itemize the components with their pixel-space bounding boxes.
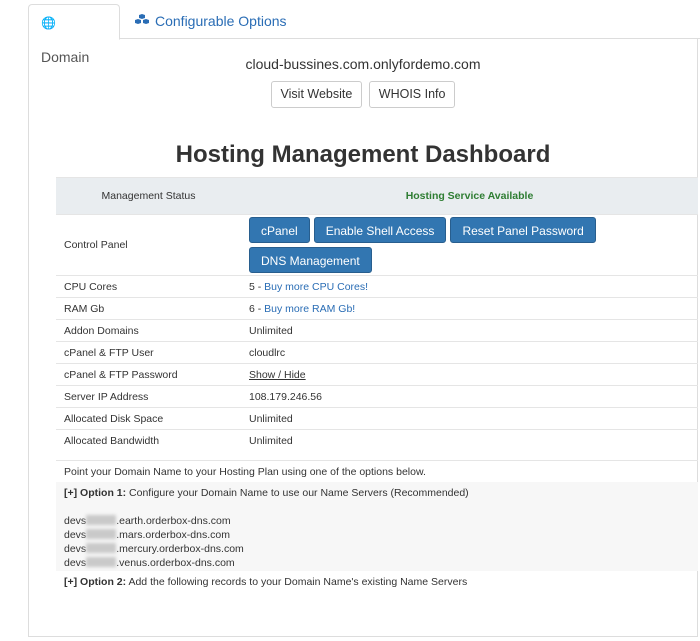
- control-panel-label: Control Panel: [56, 214, 241, 276]
- name-server-item: devs .mercury.orderbox-dns.com: [64, 542, 690, 556]
- cpu-cores-label: CPU Cores: [56, 275, 241, 298]
- name-server-item: devs .earth.orderbox-dns.com: [64, 514, 690, 528]
- table-row: cPanel & FTP User cloudlrc: [56, 341, 698, 364]
- tab-configurable-options-label: Configurable Options: [155, 13, 287, 29]
- ns-suffix: .earth.orderbox-dns.com: [116, 515, 231, 527]
- server-ip-value: 108.179.246.56: [241, 385, 698, 408]
- management-status-label: Management Status: [56, 177, 241, 215]
- option1-toggle: [+] Option 1:: [64, 487, 127, 499]
- tab-configurable-options[interactable]: Configurable Options: [123, 4, 299, 40]
- option1-box: [+] Option 1: Configure your Domain Name…: [56, 482, 698, 571]
- buy-ram-link[interactable]: Buy more RAM Gb!: [264, 303, 355, 315]
- redacted-text: [86, 529, 117, 539]
- globe-icon: 🌐: [41, 16, 56, 30]
- name-server-item: devs .mars.orderbox-dns.com: [64, 528, 690, 542]
- control-panel-buttons: cPanel Enable Shell Access Reset Panel Pas…: [241, 214, 698, 276]
- dns-management-button[interactable]: DNS Management: [249, 247, 372, 273]
- ns-prefix: devs: [64, 529, 87, 541]
- option1-text: Configure your Domain Name to use our Na…: [126, 487, 469, 499]
- hosting-info-table: Management Status Hosting Service Availa…: [56, 177, 698, 452]
- table-row: CPU Cores 5 - Buy more CPU Cores!: [56, 275, 698, 298]
- name-server-item: devs .venus.orderbox-dns.com: [64, 556, 690, 570]
- redacted-text: [86, 543, 117, 553]
- table-row: RAM Gb 6 - Buy more RAM Gb!: [56, 297, 698, 320]
- disk-space-value: Unlimited: [241, 407, 698, 430]
- domain-actions: Visit Website WHOIS Info: [0, 81, 700, 108]
- ns-prefix: devs: [64, 557, 87, 569]
- cubes-icon: [135, 5, 149, 39]
- name-server-instructions: Point your Domain Name to your Hosting P…: [56, 460, 698, 593]
- table-row: Allocated Disk Space Unlimited: [56, 407, 698, 430]
- redacted-text: [86, 557, 117, 567]
- table-row: Server IP Address 108.179.246.56: [56, 385, 698, 408]
- ns-suffix: .venus.orderbox-dns.com: [116, 557, 235, 569]
- cpu-cores-count: 5 -: [249, 280, 265, 293]
- ram-label: RAM Gb: [56, 297, 241, 320]
- instructions-intro: Point your Domain Name to your Hosting P…: [56, 460, 698, 482]
- option1-header[interactable]: [+] Option 1: Configure your Domain Name…: [64, 486, 690, 500]
- ftp-user-label: cPanel & FTP User: [56, 341, 241, 364]
- ftp-password-value: Show / Hide: [241, 363, 698, 386]
- enable-shell-access-button[interactable]: Enable Shell Access: [313, 217, 447, 243]
- option2-toggle: [+] Option 2:: [64, 576, 127, 588]
- option2-text: Add the following records to your Domain…: [126, 576, 468, 588]
- buy-cpu-cores-link[interactable]: Buy more CPU Cores!: [264, 281, 368, 293]
- addon-domains-label: Addon Domains: [56, 319, 241, 342]
- addon-domains-value: Unlimited: [241, 319, 698, 342]
- bandwidth-value: Unlimited: [241, 429, 698, 452]
- table-row: cPanel & FTP Password Show / Hide: [56, 363, 698, 386]
- ns-prefix: devs: [64, 543, 87, 555]
- ram-value: 6 - Buy more RAM Gb!: [241, 297, 698, 320]
- table-row: Allocated Bandwidth Unlimited: [56, 429, 698, 452]
- ns-suffix: .mars.orderbox-dns.com: [116, 529, 230, 541]
- ram-count: 6 -: [249, 302, 265, 315]
- bandwidth-label: Allocated Bandwidth: [56, 429, 241, 452]
- ns-suffix: .mercury.orderbox-dns.com: [116, 543, 244, 555]
- ftp-user-value: cloudlrc: [241, 341, 698, 364]
- server-ip-label: Server IP Address: [56, 385, 241, 408]
- tab-bar: 🌐Domain Configurable Options: [28, 0, 700, 65]
- disk-space-label: Allocated Disk Space: [56, 407, 241, 430]
- redacted-text: [86, 515, 117, 525]
- table-row: Addon Domains Unlimited: [56, 319, 698, 342]
- domain-name: cloud-bussines.com.onlyfordemo.com: [245, 56, 481, 72]
- reset-panel-password-button[interactable]: Reset Panel Password: [450, 217, 596, 243]
- whois-info-button[interactable]: WHOIS Info: [368, 81, 456, 108]
- show-hide-password-link[interactable]: Show / Hide: [249, 369, 306, 381]
- ftp-password-label: cPanel & FTP Password: [56, 363, 241, 386]
- ns-prefix: devs: [64, 515, 87, 527]
- cpu-cores-value: 5 - Buy more CPU Cores!: [241, 275, 698, 298]
- page-title: Hosting Management Dashboard: [175, 141, 551, 168]
- visit-website-button[interactable]: Visit Website: [270, 81, 363, 108]
- table-row: Control Panel cPanel Enable Shell Access R…: [56, 214, 698, 276]
- table-row: Management Status Hosting Service Availa…: [56, 177, 698, 215]
- cpanel-button[interactable]: cPanel: [249, 217, 310, 243]
- tab-domain[interactable]: 🌐Domain: [28, 4, 120, 65]
- status-badge: Hosting Service Available: [241, 177, 698, 215]
- option2-header[interactable]: [+] Option 2: Add the following records …: [56, 571, 698, 593]
